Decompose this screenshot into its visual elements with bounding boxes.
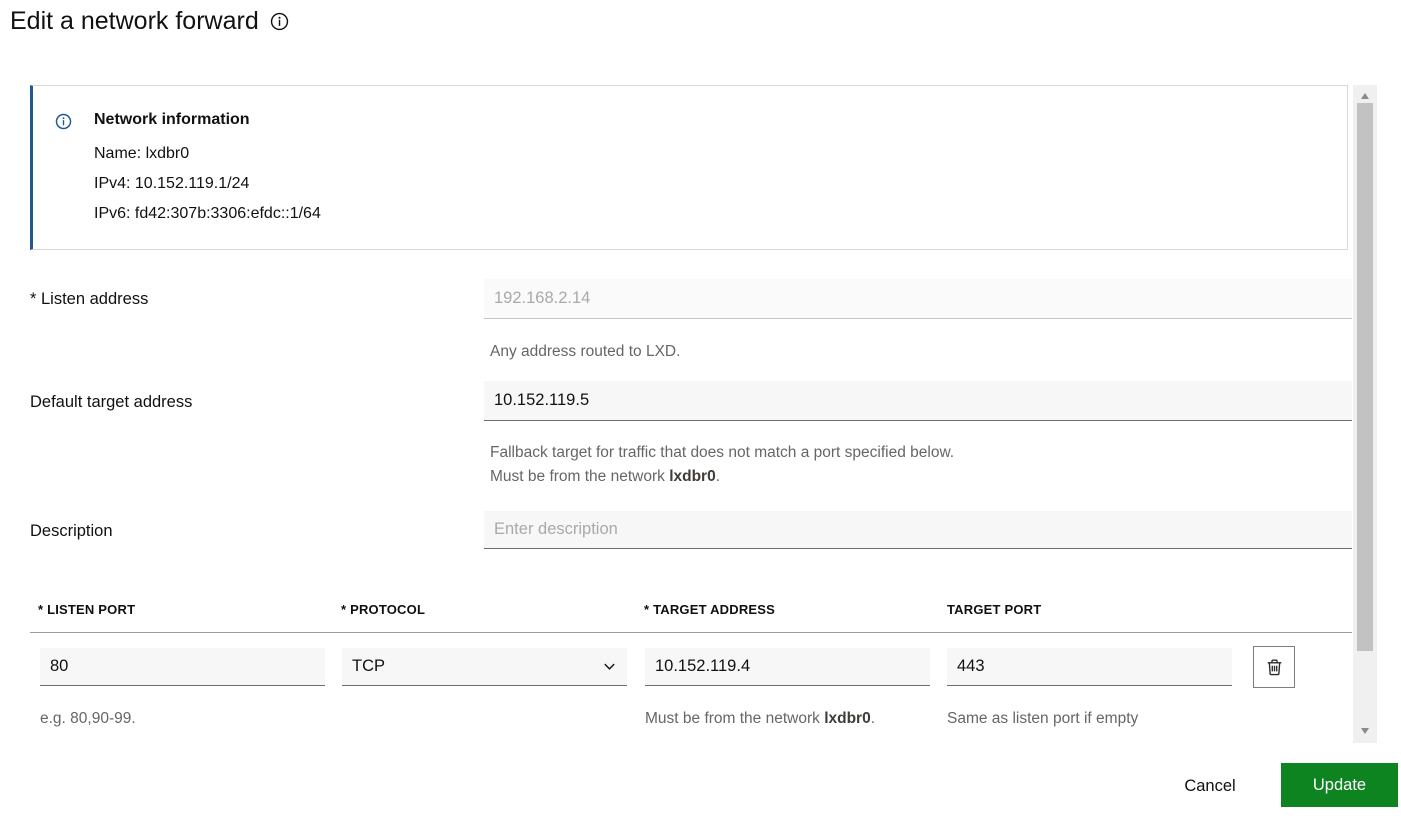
target-port-header: TARGET PORT: [947, 602, 1042, 617]
scrollbar-down-arrow-icon[interactable]: [1361, 728, 1369, 734]
target-address-header: * TARGET ADDRESS: [644, 602, 776, 617]
chevron-down-icon: [602, 659, 617, 674]
table-header-divider: [30, 632, 1352, 633]
network-name: lxdbr0: [669, 468, 716, 485]
network-name: lxdbr0: [824, 710, 871, 727]
target-port-help: Same as listen port if empty: [947, 710, 1139, 727]
banner-body: Name: lxdbr0 IPv4: 10.152.119.1/24 IPv6:…: [94, 139, 321, 229]
banner-title: Network information: [94, 111, 250, 128]
listen-port-header: * LISTEN PORT: [38, 602, 136, 617]
listen-address-label: * Listen address: [30, 290, 149, 308]
delete-port-button[interactable]: [1253, 646, 1295, 688]
title-info-icon[interactable]: [270, 12, 289, 31]
target-address-help: Must be from the network lxdbr0.: [645, 710, 876, 727]
update-button[interactable]: Update: [1281, 763, 1398, 807]
network-information-banner: Network information Name: lxdbr0 IPv4: 1…: [30, 85, 1348, 250]
default-target-input[interactable]: [484, 381, 1352, 421]
listen-address-input: [484, 279, 1352, 319]
info-icon: [55, 113, 72, 130]
target-port-input[interactable]: [947, 648, 1232, 686]
scrollbar-thumb[interactable]: [1357, 103, 1373, 651]
listen-port-help: e.g. 80,90-99.: [40, 710, 136, 727]
network-name-line: Name: lxdbr0: [94, 145, 190, 162]
trash-icon: [1264, 657, 1285, 678]
protocol-selected-value: TCP: [352, 657, 385, 675]
network-ipv4-line: IPv4: 10.152.119.1/24: [94, 175, 250, 192]
default-target-label: Default target address: [30, 393, 193, 411]
edit-network-forward-page: Edit a network forward Network informati…: [0, 0, 1401, 819]
protocol-select[interactable]: TCP: [342, 648, 627, 686]
page-title: Edit a network forward: [10, 7, 289, 36]
protocol-header: * PROTOCOL: [341, 602, 426, 617]
default-target-help: Fallback target for traffic that does no…: [490, 441, 954, 489]
cancel-button[interactable]: Cancel: [1168, 766, 1252, 806]
listen-address-help: Any address routed to LXD.: [490, 343, 681, 360]
target-address-input[interactable]: [645, 648, 930, 686]
network-ipv6-line: IPv6: fd42:307b:3306:efdc::1/64: [94, 205, 321, 222]
page-title-text: Edit a network forward: [10, 7, 259, 35]
default-target-help-line2: Must be from the network lxdbr0.: [490, 468, 721, 485]
listen-port-input[interactable]: [40, 648, 325, 686]
description-label: Description: [30, 522, 113, 540]
scrollbar-up-arrow-icon[interactable]: [1361, 93, 1369, 99]
description-input[interactable]: [484, 511, 1352, 549]
default-target-help-line1: Fallback target for traffic that does no…: [490, 444, 955, 461]
